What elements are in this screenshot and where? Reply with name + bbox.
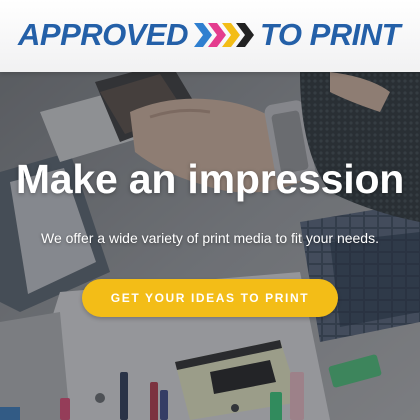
chevrons-icon xyxy=(193,23,254,47)
site-header: APPROVED TO PRINT xyxy=(0,0,420,72)
hero-subtext: We offer a wide variety of print media t… xyxy=(41,230,379,246)
page: APPROVED TO PRINT Make an impression We … xyxy=(0,0,420,420)
hero-banner xyxy=(0,72,420,420)
get-ideas-to-print-button[interactable]: GET YOUR IDEAS TO PRINT xyxy=(82,279,338,317)
brand-logo[interactable]: APPROVED TO PRINT xyxy=(18,14,401,56)
brand-logo-right: TO PRINT xyxy=(259,17,401,52)
hero-headline: Make an impression xyxy=(15,156,405,202)
hero-overlay xyxy=(0,72,420,420)
brand-logo-left: APPROVED xyxy=(18,17,188,52)
